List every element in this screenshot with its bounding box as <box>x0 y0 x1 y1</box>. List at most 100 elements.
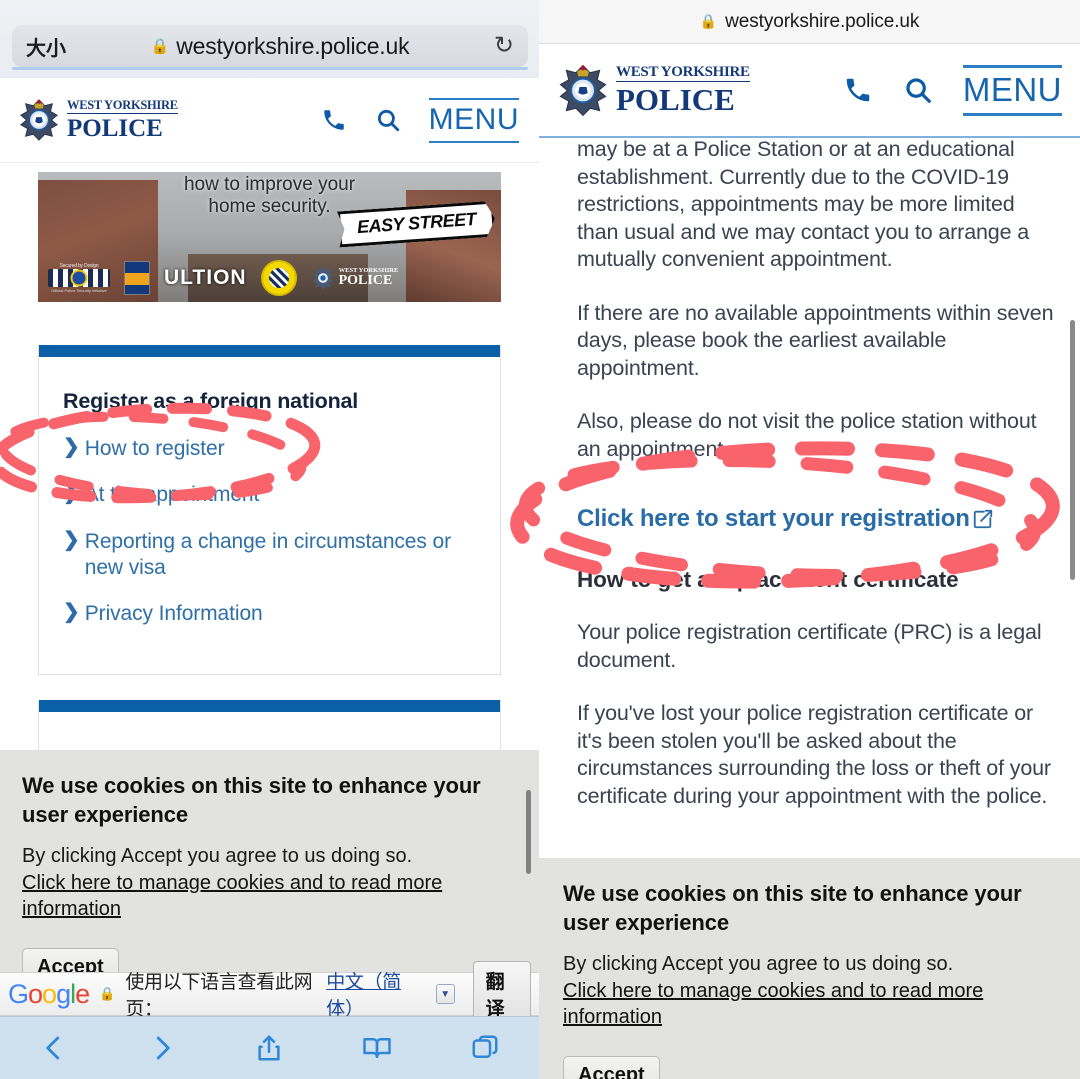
cookie-banner-left: We use cookies on this site to enhance y… <box>0 750 539 972</box>
address-bar-center: 🔒 westyorkshire.police.uk <box>66 33 494 60</box>
address-bar-url[interactable]: westyorkshire.police.uk <box>176 33 409 60</box>
foreign-national-card: Register as a foreign national ❯ How to … <box>38 345 501 675</box>
bsia-logo-icon <box>124 261 150 295</box>
header-actions-left: MENU <box>321 97 519 143</box>
list-item[interactable]: ❯ Reporting a change in circumstances or… <box>63 529 476 582</box>
menu-button[interactable]: MENU <box>962 64 1062 116</box>
page-load-progress <box>12 67 528 70</box>
banner-logo-row: Secured by Design Official Police Securi… <box>48 260 491 296</box>
neighbourhood-watch-icon <box>260 260 297 296</box>
start-registration-label: Click here to start your registration <box>577 505 970 533</box>
manage-cookies-link[interactable]: Click here to manage cookies and to read… <box>563 978 1058 1031</box>
google-translate-bar: Google 🔒 使用以下语言查看此网页： 中文（简体） ▼ 翻译 <box>0 961 539 1027</box>
chevron-right-icon: ❯ <box>63 528 80 551</box>
screenshot-root: 大小 🔒 westyorkshire.police.uk ↻ WEST YORK… <box>0 0 1080 1079</box>
checker-band-icon <box>48 269 110 287</box>
site-header-right: WEST YORKSHIRE POLICE MENU <box>539 44 1080 136</box>
address-bar[interactable]: 大小 🔒 westyorkshire.police.uk ↻ <box>12 25 528 67</box>
police-crest-icon <box>559 64 607 116</box>
google-logo-g: G <box>8 978 29 1009</box>
language-select[interactable]: 中文（简体） <box>326 967 421 1021</box>
lock-icon: 🔒 <box>699 13 718 29</box>
site-logo-text: WEST YORKSHIRE POLICE <box>67 99 178 141</box>
reload-icon[interactable]: ↻ <box>494 34 514 58</box>
external-link-icon <box>973 509 992 529</box>
logo-line-2: POLICE <box>67 114 163 142</box>
right-browser-panel: 🔒 westyorkshire.police.uk WEST YORKSHIRE… <box>539 0 1080 1079</box>
secured-by-design-sub: Official Police Security Initiative <box>51 288 107 293</box>
link-label[interactable]: Privacy Information <box>85 601 263 627</box>
site-logo[interactable]: WEST YORKSHIRE POLICE <box>18 97 178 143</box>
link-label[interactable]: Reporting a change in circumstances or n… <box>85 529 476 582</box>
start-registration-link[interactable]: Click here to start your registration <box>577 505 994 533</box>
chevron-down-icon[interactable]: ▼ <box>435 984 455 1004</box>
site-header-left: WEST YORKSHIRE POLICE MENU <box>0 78 539 163</box>
paragraph: Your police registration certificate (PR… <box>577 620 1042 672</box>
sbd-emblem-icon <box>70 269 88 287</box>
text-size-button[interactable]: 大小 <box>26 32 66 61</box>
google-logo-o1: o <box>28 978 43 1009</box>
address-bar-right[interactable]: 🔒 westyorkshire.police.uk <box>539 0 1080 44</box>
list-item[interactable]: ❯ How to register <box>63 436 476 462</box>
wyp-mini-line2: POLICE <box>338 273 393 289</box>
scrollbar-right[interactable] <box>1070 320 1075 580</box>
search-icon[interactable] <box>903 75 933 105</box>
lock-icon: 🔒 <box>150 37 170 55</box>
google-logo-g2: g <box>56 978 71 1009</box>
home-security-banner[interactable]: how to improve your home security. EASY … <box>38 172 501 302</box>
address-bar-url-right[interactable]: westyorkshire.police.uk <box>725 11 919 33</box>
google-logo-o2: o <box>42 978 57 1009</box>
section-heading: How to get a replacement certificate <box>577 567 959 593</box>
safari-bottom-toolbar <box>0 1016 539 1079</box>
chevron-right-icon: ❯ <box>63 436 80 458</box>
manage-cookies-link[interactable]: Click here to manage cookies and to read… <box>22 870 511 923</box>
search-icon[interactable] <box>375 107 401 133</box>
secured-by-design-logo: Secured by Design Official Police Securi… <box>48 263 110 293</box>
link-label[interactable]: At the appointment <box>85 482 260 508</box>
card-link-list: ❯ How to register ❯ At the appointment ❯… <box>63 436 476 627</box>
link-label[interactable]: How to register <box>85 436 225 462</box>
paragraph: Also, please do not visit the police sta… <box>577 409 1037 461</box>
list-item[interactable]: ❯ Privacy Information <box>63 601 476 627</box>
cookie-body: By clicking Accept you agree to us doing… <box>22 845 413 868</box>
accept-cookies-button[interactable]: Accept <box>22 948 119 972</box>
card-accent-bar <box>39 700 500 712</box>
google-logo: Google <box>8 978 90 1010</box>
accept-cookies-button[interactable]: Accept <box>563 1056 660 1079</box>
left-browser-panel: 大小 🔒 westyorkshire.police.uk ↻ WEST YORK… <box>0 0 539 1079</box>
paragraph: If there are no available appointments w… <box>577 300 1054 380</box>
header-actions-right: MENU <box>843 64 1062 116</box>
card-title: Register as a foreign national <box>63 389 359 413</box>
logo-line-1: WEST YORKSHIRE <box>67 98 178 114</box>
cookie-banner-right: We use cookies on this site to enhance y… <box>539 858 1080 1079</box>
banner-caption-line1: how to improve your <box>183 174 356 195</box>
police-crest-icon <box>20 99 58 141</box>
phone-icon[interactable] <box>321 107 347 133</box>
list-item[interactable]: ❯ At the appointment <box>63 482 476 508</box>
tabs-icon[interactable] <box>470 1033 500 1063</box>
lock-icon: 🔒 <box>99 986 116 1001</box>
chevron-right-icon: ❯ <box>63 482 80 505</box>
paragraph: If you've lost your police registration … <box>577 701 1051 808</box>
chevron-right-icon: ❯ <box>63 601 80 623</box>
logo-line-2: POLICE <box>616 82 735 117</box>
left-browser-chrome: 大小 🔒 westyorkshire.police.uk ↻ <box>0 0 539 78</box>
wyp-mini-logo: WEST YORKSHIRE POLICE <box>311 265 398 291</box>
cookie-heading: We use cookies on this site to enhance y… <box>563 881 1022 935</box>
back-chevron-icon[interactable] <box>39 1033 69 1063</box>
card-body: Register as a foreign national ❯ How to … <box>39 357 500 637</box>
share-icon[interactable] <box>254 1033 284 1063</box>
translate-prompt: 使用以下语言查看此网页： <box>125 972 313 1020</box>
cookie-heading: We use cookies on this site to enhance y… <box>22 773 481 827</box>
site-logo-right[interactable]: WEST YORKSHIRE POLICE <box>557 62 750 119</box>
menu-button[interactable]: MENU <box>428 97 519 143</box>
forward-chevron-icon[interactable] <box>147 1033 177 1063</box>
police-crest-small-icon <box>312 266 333 290</box>
google-logo-e: e <box>75 978 90 1009</box>
cookie-body: By clicking Accept you agree to us doing… <box>563 953 954 976</box>
site-logo-text-right: WEST YORKSHIRE POLICE <box>616 65 750 115</box>
scrollbar-left[interactable] <box>526 790 531 874</box>
book-icon[interactable] <box>362 1033 392 1063</box>
phone-icon[interactable] <box>843 75 873 105</box>
card-accent-bar <box>39 345 500 357</box>
